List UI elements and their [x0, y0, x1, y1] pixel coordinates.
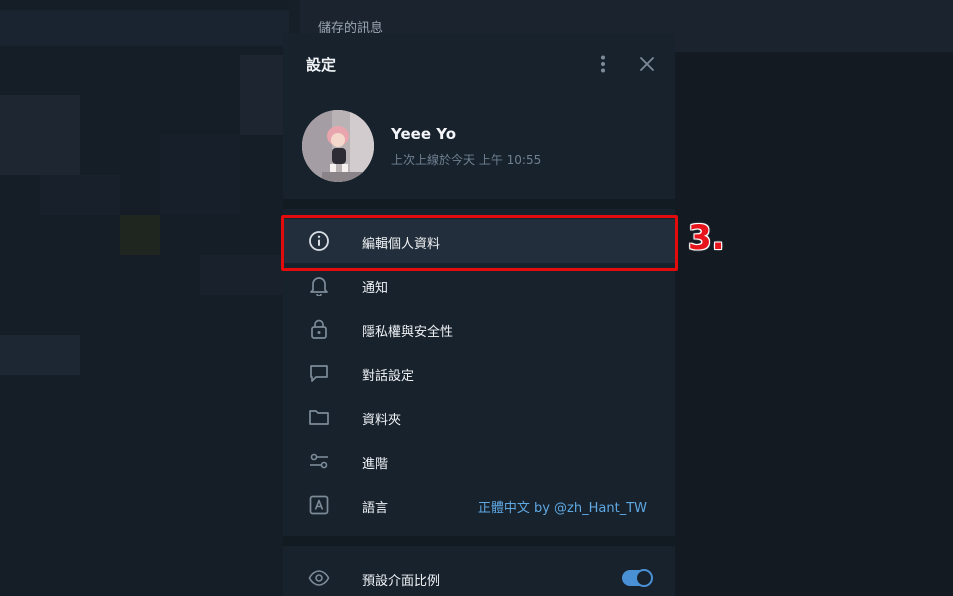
more-vertical-icon: [601, 55, 605, 73]
language-icon: [308, 494, 330, 516]
more-options-button[interactable]: [590, 51, 616, 77]
section-divider: [283, 199, 675, 209]
settings-menu: 編輯個人資料 通知 隱私權與安全性 對話設定 資料夾 進階 語言 正體中文 by…: [283, 219, 675, 527]
eye-icon: [308, 567, 330, 589]
menu-item-label: 預設介面比例: [362, 574, 441, 589]
chat-bubble-icon: [308, 362, 330, 384]
avatar-image: [302, 110, 374, 182]
avatar[interactable]: [302, 110, 374, 182]
settings-title: 設定: [306, 56, 337, 74]
settings-menu-bottom: 預設介面比例: [283, 556, 675, 596]
menu-item-label: 隱私權與安全性: [362, 325, 454, 340]
menu-item-advanced[interactable]: 進階: [283, 439, 675, 483]
menu-item-label: 進階: [362, 457, 389, 472]
language-value: 正體中文 by @zh_Hant_TW: [477, 501, 647, 516]
menu-item-folders[interactable]: 資料夾: [283, 395, 675, 439]
bell-icon: [308, 274, 330, 296]
menu-item-language[interactable]: 語言 正體中文 by @zh_Hant_TW: [283, 483, 675, 527]
profile-status: 上次上線於今天 上午 10:55: [391, 153, 542, 167]
menu-item-edit-profile[interactable]: 編輯個人資料: [283, 219, 675, 263]
menu-item-chat-settings[interactable]: 對話設定: [283, 351, 675, 395]
toggle-knob: [635, 569, 653, 587]
settings-header: 設定: [283, 33, 675, 95]
section-divider: [283, 536, 675, 546]
sliders-icon: [308, 450, 330, 472]
menu-item-label: 對話設定: [362, 369, 415, 384]
menu-item-default-scale[interactable]: 預設介面比例: [283, 556, 675, 596]
folder-icon: [308, 406, 330, 428]
profile-section[interactable]: Yeee Yo 上次上線於今天 上午 10:55: [283, 95, 675, 199]
menu-item-label: 通知: [362, 281, 389, 296]
menu-item-label: 資料夾: [362, 413, 402, 428]
info-icon: [308, 230, 330, 252]
default-scale-toggle[interactable]: [622, 569, 653, 587]
profile-name: Yeee Yo: [391, 125, 457, 143]
settings-dialog: 設定 Yeee Yo 上次上線於今天 上午 10:55 編輯個人資料 通知 隱私…: [283, 33, 675, 596]
close-icon: [640, 57, 654, 71]
step-annotation: 3.: [688, 218, 725, 258]
menu-item-label: 語言: [362, 501, 389, 516]
close-button[interactable]: [634, 51, 660, 77]
menu-item-privacy[interactable]: 隱私權與安全性: [283, 307, 675, 351]
menu-item-label: 編輯個人資料: [362, 237, 441, 252]
lock-icon: [308, 318, 330, 340]
menu-item-notifications[interactable]: 通知: [283, 263, 675, 307]
